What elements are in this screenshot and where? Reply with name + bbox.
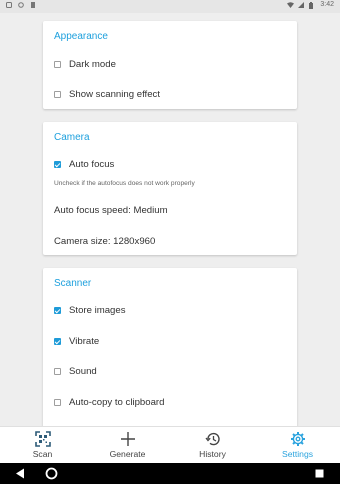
bottom-navigation: Scan Generate History Settings: [0, 426, 340, 464]
vibrate-setting[interactable]: Vibrate: [54, 336, 99, 347]
scanner-card: Scanner Store images Vibrate Sound Auto-…: [43, 268, 297, 426]
auto-focus-setting[interactable]: Auto focus: [54, 159, 114, 170]
battery-icon: [309, 1, 315, 9]
status-time: 3:42: [320, 1, 334, 8]
nav-history[interactable]: History: [170, 427, 255, 464]
auto-copy-label: Auto-copy to clipboard: [69, 397, 165, 408]
vibrate-checkbox[interactable]: [54, 338, 61, 345]
qr-scan-icon: [34, 431, 51, 447]
auto-focus-speed-setting[interactable]: Auto focus speed: Medium: [54, 205, 168, 216]
recents-icon[interactable]: [315, 469, 324, 478]
settings-list[interactable]: Appearance Dark mode Show scanning effec…: [0, 13, 340, 426]
status-bar: 3:42: [0, 0, 340, 13]
store-images-checkbox[interactable]: [54, 307, 61, 314]
scan-effect-setting[interactable]: Show scanning effect: [54, 89, 160, 100]
nav-history-label: History: [199, 449, 226, 459]
appearance-card: Appearance Dark mode Show scanning effec…: [43, 21, 297, 109]
nav-generate[interactable]: Generate: [85, 427, 170, 464]
appearance-title: Appearance: [54, 31, 108, 42]
dark-mode-setting[interactable]: Dark mode: [54, 59, 116, 70]
nav-scan[interactable]: Scan: [0, 427, 85, 464]
vibrate-label: Vibrate: [69, 336, 100, 347]
scan-effect-label: Show scanning effect: [69, 89, 161, 100]
nav-scan-label: Scan: [32, 449, 53, 459]
dark-mode-label: Dark mode: [69, 59, 116, 70]
camera-title: Camera: [54, 132, 90, 143]
wifi-icon: [287, 1, 295, 8]
plus-icon: [120, 432, 135, 446]
nav-settings-label: Settings: [281, 449, 314, 459]
store-images-setting[interactable]: Store images: [54, 305, 126, 316]
auto-copy-checkbox[interactable]: [54, 399, 61, 406]
gear-icon: [290, 432, 305, 446]
sound-checkbox[interactable]: [54, 368, 61, 375]
auto-focus-label: Auto focus: [69, 159, 115, 170]
scanner-title: Scanner: [54, 278, 92, 289]
auto-copy-setting[interactable]: Auto-copy to clipboard: [54, 397, 164, 408]
nav-generate-label: Generate: [109, 449, 146, 459]
auto-focus-checkbox[interactable]: [54, 161, 61, 168]
history-icon: [204, 432, 220, 446]
sound-setting[interactable]: Sound: [54, 366, 97, 377]
sync-icon: [18, 2, 24, 8]
dark-mode-checkbox[interactable]: [54, 61, 61, 68]
home-icon[interactable]: [45, 467, 58, 480]
notification-icon: [6, 2, 12, 8]
sound-label: Sound: [69, 366, 97, 377]
nav-settings[interactable]: Settings: [255, 427, 340, 464]
sd-card-icon: [30, 2, 36, 8]
store-images-label: Store images: [69, 305, 126, 316]
camera-card: Camera Auto focus Uncheck if the autofoc…: [43, 122, 297, 255]
auto-focus-hint: Uncheck if the autofocus does not work p…: [54, 180, 195, 187]
back-icon[interactable]: [15, 468, 25, 479]
system-navigation-bar: [0, 463, 340, 484]
scan-effect-checkbox[interactable]: [54, 91, 61, 98]
signal-icon: [298, 1, 305, 8]
camera-size-setting[interactable]: Camera size: 1280x960: [54, 236, 155, 247]
